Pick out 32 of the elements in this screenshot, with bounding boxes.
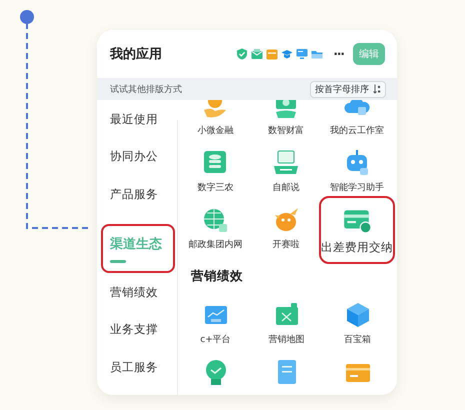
sort-icon: [373, 84, 381, 94]
app-tile[interactable]: 数字三农: [180, 149, 250, 197]
calendar-icon[interactable]: [266, 48, 278, 60]
laptop-icon: [272, 149, 300, 177]
category-tab[interactable]: 最近使用: [97, 110, 177, 148]
more-button[interactable]: ···: [333, 47, 344, 61]
category-tab[interactable]: 协同办公: [97, 147, 177, 185]
folder-icon[interactable]: [311, 48, 324, 60]
layout-hint: 试试其他排版方式: [110, 84, 182, 96]
envelope-icon[interactable]: [251, 48, 264, 60]
app-tile[interactable]: c+平台: [180, 301, 251, 349]
app-tile[interactable]: 我的云工作室: [321, 100, 393, 140]
category-tab[interactable]: 员工服务: [97, 358, 177, 395]
app-tile[interactable]: 营销地图: [251, 301, 322, 349]
category-tab[interactable]: 营销绩效: [97, 283, 177, 320]
sort-button[interactable]: 按首字母排序: [310, 80, 386, 98]
app-tile[interactable]: 开赛啦: [250, 206, 321, 254]
app-tile[interactable]: 出差费用交纳: [321, 198, 393, 262]
app-tile[interactable]: 小微金融: [180, 100, 250, 140]
section-heading: 营销绩效: [190, 267, 244, 285]
globe-icon: [201, 206, 230, 234]
app-tile[interactable]: 智能学习助手: [321, 149, 393, 197]
panel-title: 我的应用: [110, 46, 162, 63]
app-tile[interactable]: 邮政集团内网: [180, 206, 250, 254]
category-tab[interactable]: 业务支撑: [97, 320, 177, 358]
graduation-cap-icon[interactable]: [281, 48, 294, 60]
app-tile[interactable]: 百宝箱: [322, 301, 393, 349]
shield-check-icon[interactable]: [236, 48, 248, 60]
monitor-icon[interactable]: [296, 48, 308, 60]
category-tab[interactable]: 产品服务: [97, 184, 177, 222]
app-tile[interactable]: 数智财富: [250, 100, 321, 140]
app-tile[interactable]: 自邮说: [250, 149, 321, 197]
